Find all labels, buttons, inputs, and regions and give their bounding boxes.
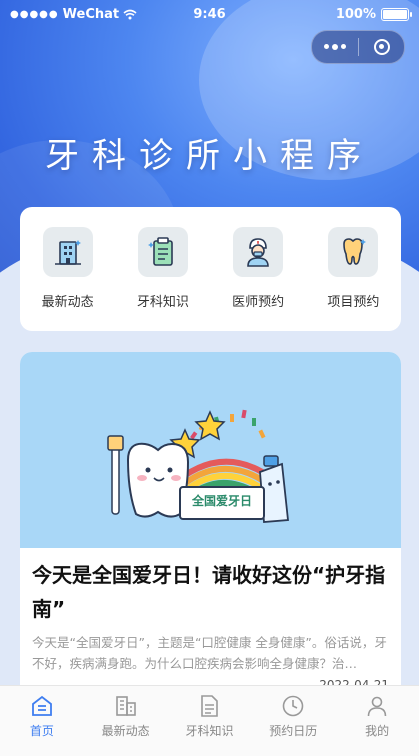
- tab-label: 最新动态: [101, 724, 150, 738]
- record-circle-icon[interactable]: [359, 39, 404, 55]
- tooth-icon: [328, 227, 379, 277]
- menu-label: 项目预约: [327, 295, 380, 310]
- banner-sign-text: 全国爱牙日: [191, 494, 252, 508]
- article-banner: 全国爱牙日: [20, 352, 401, 548]
- clock-icon: [282, 695, 304, 717]
- user-icon: [367, 696, 387, 717]
- article-headline: 今天是全国爱牙日！请收好这份“护牙指南”: [32, 563, 386, 621]
- more-dots-icon[interactable]: [312, 44, 358, 50]
- menu-item-knowledge[interactable]: 牙科知识: [118, 227, 208, 310]
- news-icon: [115, 696, 136, 716]
- page-title: 牙科诊所小程序: [45, 136, 374, 176]
- menu-item-doctor[interactable]: 医师预约: [213, 227, 303, 310]
- clipboard-icon: [137, 227, 188, 277]
- tab-label: 首页: [29, 724, 54, 738]
- document-icon: [201, 695, 219, 717]
- tab-label: 我的: [365, 724, 390, 738]
- doctor-icon: [233, 227, 284, 277]
- menu-label: 牙科知识: [136, 295, 189, 310]
- quick-menu: 最新动态 牙科知识 医师预约 项目预约: [20, 207, 401, 331]
- menu-item-project[interactable]: 项目预约: [308, 227, 398, 310]
- battery-icon: [381, 8, 412, 21]
- tooth-mascot-illustration: [107, 409, 289, 523]
- tab-label: 牙科知识: [185, 724, 234, 738]
- bottom-tab-bar: 首页 最新动态 牙科知识 预约日历 我的: [0, 685, 419, 756]
- home-icon: [31, 695, 52, 716]
- menu-label: 医师预约: [232, 295, 285, 310]
- tab-label: 预约日历: [269, 724, 318, 738]
- menu-label: 最新动态: [41, 295, 94, 310]
- article-card[interactable]: 全国爱牙日 今天是全国爱牙日！请收好这份“护牙指南” 今天是“全国爱牙日”，主题…: [20, 352, 401, 697]
- article-summary: 今天是“全国爱牙日”，主题是“口腔健康 全身健康”。俗话说，牙不好，疾病满身跑。…: [32, 635, 387, 671]
- tab-mine[interactable]: 我的: [337, 686, 417, 756]
- building-icon: [42, 227, 93, 277]
- tab-calendar[interactable]: 预约日历: [253, 686, 333, 756]
- tab-knowledge[interactable]: 牙科知识: [169, 686, 249, 756]
- tab-home[interactable]: 首页: [2, 686, 82, 756]
- battery-percent: 100%: [335, 7, 376, 22]
- status-bar: ●●●●● WeChat 9:46 100%: [0, 0, 419, 30]
- menu-item-news[interactable]: 最新动态: [23, 227, 113, 310]
- mini-program-capsule: [311, 30, 405, 64]
- tab-news[interactable]: 最新动态: [86, 686, 166, 756]
